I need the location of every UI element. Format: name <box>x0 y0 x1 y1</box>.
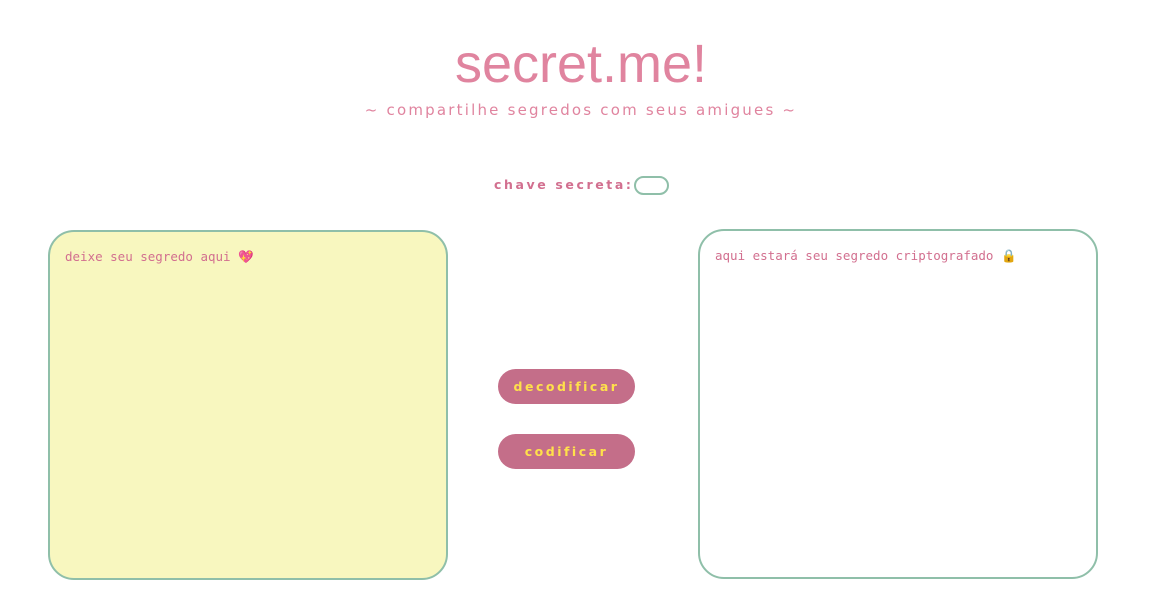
secret-key-row: chave secreta: <box>494 175 669 195</box>
secret-key-input[interactable] <box>633 175 669 195</box>
page-title: secret.me! <box>454 34 708 94</box>
secret-input-textarea[interactable] <box>48 230 448 580</box>
decode-button[interactable]: decodificar <box>498 369 635 404</box>
encrypted-output-textarea[interactable] <box>698 229 1098 579</box>
secret-key-label: chave secreta: <box>494 177 634 192</box>
encode-button[interactable]: codificar <box>498 434 635 469</box>
page-subtitle: ~ compartilhe segredos com seus amigues … <box>364 101 798 119</box>
